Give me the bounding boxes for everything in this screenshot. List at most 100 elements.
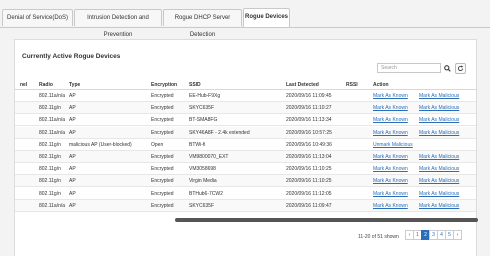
action-mark-malicious-link[interactable]: Mark As Malicious: [419, 117, 459, 123]
pagination: ‹ 1 2 3 4 5 ›: [405, 230, 462, 240]
refresh-icon: [457, 65, 464, 72]
cell-encryption: Encrypted: [151, 105, 174, 112]
table-row: 802.11g/n AP Encrypted VM3058698 2020/09/16 …: [15, 163, 476, 176]
table-row: 802.11g/n AP Encrypted BTHub6-7CW2 2020/09/1…: [15, 188, 476, 200]
table-row: 802.11a/n/a AP Encrypted EE-Hub-F9Xg 2020/09…: [15, 90, 476, 102]
cell-encryption: Encrypted: [151, 178, 174, 185]
cell-encryption: Encrypted: [151, 129, 174, 136]
cell-encryption: Encrypted: [151, 202, 174, 209]
cell-type: AP: [69, 154, 76, 160]
action-primary-link[interactable]: Mark As Known: [373, 154, 408, 160]
action-primary-link[interactable]: Mark As Known: [373, 178, 408, 184]
action-mark-malicious-link[interactable]: Mark As Malicious: [419, 166, 459, 172]
cell-ssid: EE-Hub-F9Xg: [189, 93, 221, 99]
action-primary-link[interactable]: Mark As Known: [373, 130, 408, 136]
cell-type: AP: [69, 129, 76, 136]
cell-type: AP: [69, 166, 76, 173]
panel-title: Currently Active Rogue Devices: [22, 53, 121, 60]
cell-encryption: Encrypted: [151, 154, 174, 160]
cell-type: AP: [69, 202, 76, 209]
cell-last-detected: 2020/09/16 11:09:45: [286, 93, 332, 99]
cell-last-detected: 2020/09/16 10:49:36: [286, 141, 332, 148]
cell-encryption: Encrypted: [151, 93, 174, 99]
cell-last-detected: 2020/09/16 11:10:25: [286, 166, 332, 173]
cell-type: malicious AP (User-blocked): [69, 141, 132, 148]
cell-ssid: VM3058698: [189, 166, 216, 173]
action-mark-malicious-link[interactable]: Mark As Malicious: [419, 154, 459, 160]
action-primary-link[interactable]: Mark As Known: [373, 105, 408, 111]
action-primary-link[interactable]: Mark As Known: [373, 93, 408, 99]
action-primary-link[interactable]: Mark As Known: [373, 191, 408, 197]
table-row: 802.11g/n AP Encrypted SKYC635F 2020/09/16 1…: [15, 102, 476, 115]
cell-type: AP: [69, 105, 76, 112]
refresh-button[interactable]: [455, 63, 466, 74]
cell-type: AP: [69, 93, 76, 99]
pagination-info: 11-20 of 51 shown: [358, 234, 399, 240]
cell-radio: 802.11a/n/a: [39, 117, 66, 124]
cell-last-detected: 2020/09/16 11:12:05: [286, 190, 332, 197]
cell-last-detected: 2020/09/16 11:10:25: [286, 178, 332, 185]
table-row: 802.11g/n AP Encrypted Virgin Media 2020/09/…: [15, 175, 476, 188]
header-ssid[interactable]: SSID: [189, 82, 201, 88]
action-mark-malicious-link[interactable]: Mark As Malicious: [419, 203, 459, 209]
cell-radio: 802.11g/n: [39, 178, 61, 185]
table-row: 802.11g/n AP Encrypted VM9800070_EXT 2020/09…: [15, 151, 476, 163]
cell-last-detected: 2020/09/16 11:13:04: [286, 154, 332, 160]
cell-ssid: BT-SMA8FG: [189, 117, 218, 124]
cell-ssid: BTWi-fi: [189, 141, 206, 148]
action-mark-malicious-link[interactable]: Mark As Malicious: [419, 130, 459, 136]
cell-ssid: Virgin Media: [189, 178, 217, 185]
cell-type: AP: [69, 117, 76, 124]
search-input[interactable]: [377, 63, 441, 73]
cell-ssid: VM9800070_EXT: [189, 154, 229, 160]
tab-bar: Denial of Service(DoS) Intrusion Detecti…: [0, 0, 490, 38]
action-mark-malicious-link[interactable]: Mark As Malicious: [419, 178, 459, 184]
cell-encryption: Encrypted: [151, 166, 174, 173]
cell-radio: 802.11g/n: [39, 154, 61, 160]
table-row: 802.11a/n/a AP Encrypted SKY46A8F - 2.4k ex…: [15, 126, 476, 139]
action-primary-link[interactable]: Mark As Known: [373, 117, 408, 123]
horizontal-scrollbar[interactable]: [175, 218, 478, 222]
header-type[interactable]: Type: [69, 82, 80, 88]
cell-ssid: SKY46A8F - 2.4k extended: [189, 129, 250, 136]
cell-radio: 802.11g/n: [39, 141, 61, 148]
header-channel[interactable]: nel: [20, 82, 27, 88]
cell-ssid: SKYC635F: [189, 202, 215, 209]
cell-encryption: Open: [151, 141, 164, 148]
search-icon: [443, 64, 451, 72]
tab-rogue-dhcp[interactable]: Rogue DHCP Server Detection: [163, 9, 242, 38]
cell-last-detected: 2020/09/16 10:57:25: [286, 129, 332, 136]
search-button[interactable]: [442, 63, 452, 73]
cell-ssid: SKYC635F: [189, 105, 215, 112]
cell-radio: 802.11g/n: [39, 190, 61, 197]
tab-rogue-devices[interactable]: Rogue Devices: [243, 8, 290, 27]
cell-radio: 802.11g/n: [39, 105, 61, 112]
action-primary-link[interactable]: Mark As Known: [373, 166, 408, 172]
cell-encryption: Encrypted: [151, 117, 174, 124]
header-radio[interactable]: Radio: [39, 82, 53, 88]
header-encryption[interactable]: Encryption: [151, 82, 177, 88]
cell-radio: 802.11g/n: [39, 166, 61, 173]
rogue-devices-table: nel Radio Type Encryption SSID Last Dete…: [15, 80, 476, 218]
cell-type: AP: [69, 178, 76, 185]
table-row: 802.11a/n/a AP Encrypted SKYC635F 2020/09/16…: [15, 199, 476, 212]
header-action[interactable]: Action: [373, 82, 389, 88]
next-page-button[interactable]: ›: [453, 230, 462, 240]
cell-last-detected: 2020/09/16 11:09:47: [286, 202, 332, 209]
table-row: 802.11a/n/a AP Encrypted BT-SMA8FG 2020/09/1…: [15, 114, 476, 127]
action-primary-link[interactable]: Unmark Malicious: [373, 142, 413, 148]
cell-radio: 802.11a/n/a: [39, 129, 66, 136]
action-mark-malicious-link[interactable]: Mark As Malicious: [419, 191, 459, 197]
cell-last-detected: 2020/09/16 11:13:34: [286, 117, 332, 124]
rogue-devices-panel: Currently Active Rogue Devices nel Radio…: [14, 39, 478, 256]
action-primary-link[interactable]: Mark As Known: [373, 203, 408, 209]
cell-radio: 802.11a/n/a: [39, 202, 66, 209]
header-last-detected[interactable]: Last Detected: [286, 82, 319, 88]
tab-dos[interactable]: Denial of Service(DoS): [2, 9, 73, 26]
header-rssi[interactable]: RSSI: [346, 82, 358, 88]
tab-intrusion-detection[interactable]: Intrusion Detection and Prevention: [74, 9, 162, 38]
cell-ssid: BTHub6-7CW2: [189, 190, 223, 197]
action-mark-malicious-link[interactable]: Mark As Malicious: [419, 105, 459, 111]
cell-last-detected: 2020/09/16 11:10:27: [286, 105, 332, 112]
action-mark-malicious-link[interactable]: Mark As Malicious: [419, 93, 459, 99]
